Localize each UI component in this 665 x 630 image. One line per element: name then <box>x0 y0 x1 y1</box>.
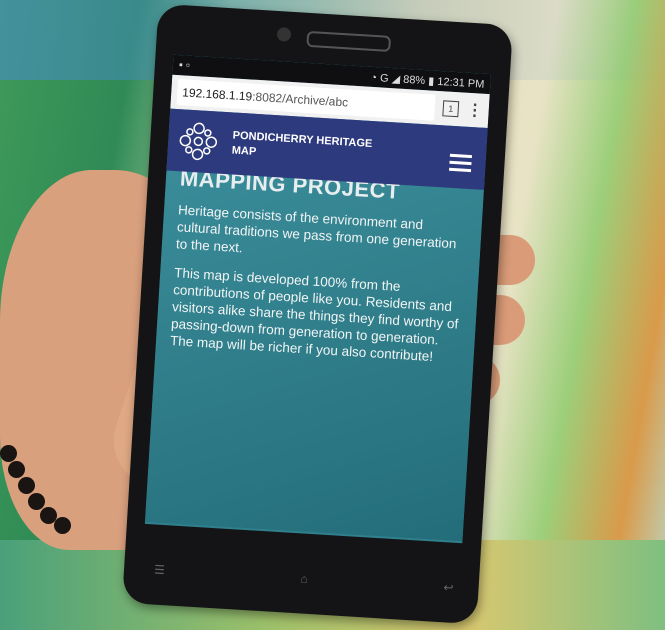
wifi-icon: ◔ <box>369 71 378 84</box>
battery-icon: ▮ <box>427 74 435 88</box>
network-type: G <box>379 71 389 85</box>
url-path: :8082/Archive/abc <box>251 89 349 110</box>
page-content: MAPPING PROJECT Heritage consists of the… <box>144 162 485 542</box>
phone-screen: ▪ ▫ ◔ G ◢ 88% ▮ 12:31 PM 192.168.1.19:80… <box>144 54 491 544</box>
description-paragraph: This map is developed 100% from the cont… <box>169 265 459 365</box>
url-host: 192.168.1.19 <box>181 85 253 104</box>
camera-icon <box>276 27 292 42</box>
battery-level: 88% <box>402 73 426 87</box>
site-logo-icon[interactable] <box>175 118 222 165</box>
clock: 12:31 PM <box>436 75 485 91</box>
back-icon[interactable]: ↩ <box>443 580 454 595</box>
bracelet <box>0 445 80 555</box>
menu-icon[interactable]: ☰ <box>154 563 166 578</box>
hamburger-menu-icon[interactable] <box>448 153 472 176</box>
tab-switcher-button[interactable]: 1 <box>442 100 460 118</box>
home-icon[interactable]: ⌂ <box>300 571 308 585</box>
notification-icons: ▪ ▫ <box>178 59 191 72</box>
android-nav-bar: ☰ ⌂ ↩ <box>154 563 454 595</box>
browser-menu-icon[interactable]: ⋮ <box>466 100 483 121</box>
site-title[interactable]: PONDICHERRY HERITAGE MAP <box>231 129 373 167</box>
smartphone: ▪ ▫ ◔ G ◢ 88% ▮ 12:31 PM 192.168.1.19:80… <box>122 3 513 625</box>
signal-icon: ◢ <box>391 72 401 86</box>
speaker <box>306 30 392 52</box>
intro-paragraph: Heritage consists of the environment and… <box>175 202 457 256</box>
